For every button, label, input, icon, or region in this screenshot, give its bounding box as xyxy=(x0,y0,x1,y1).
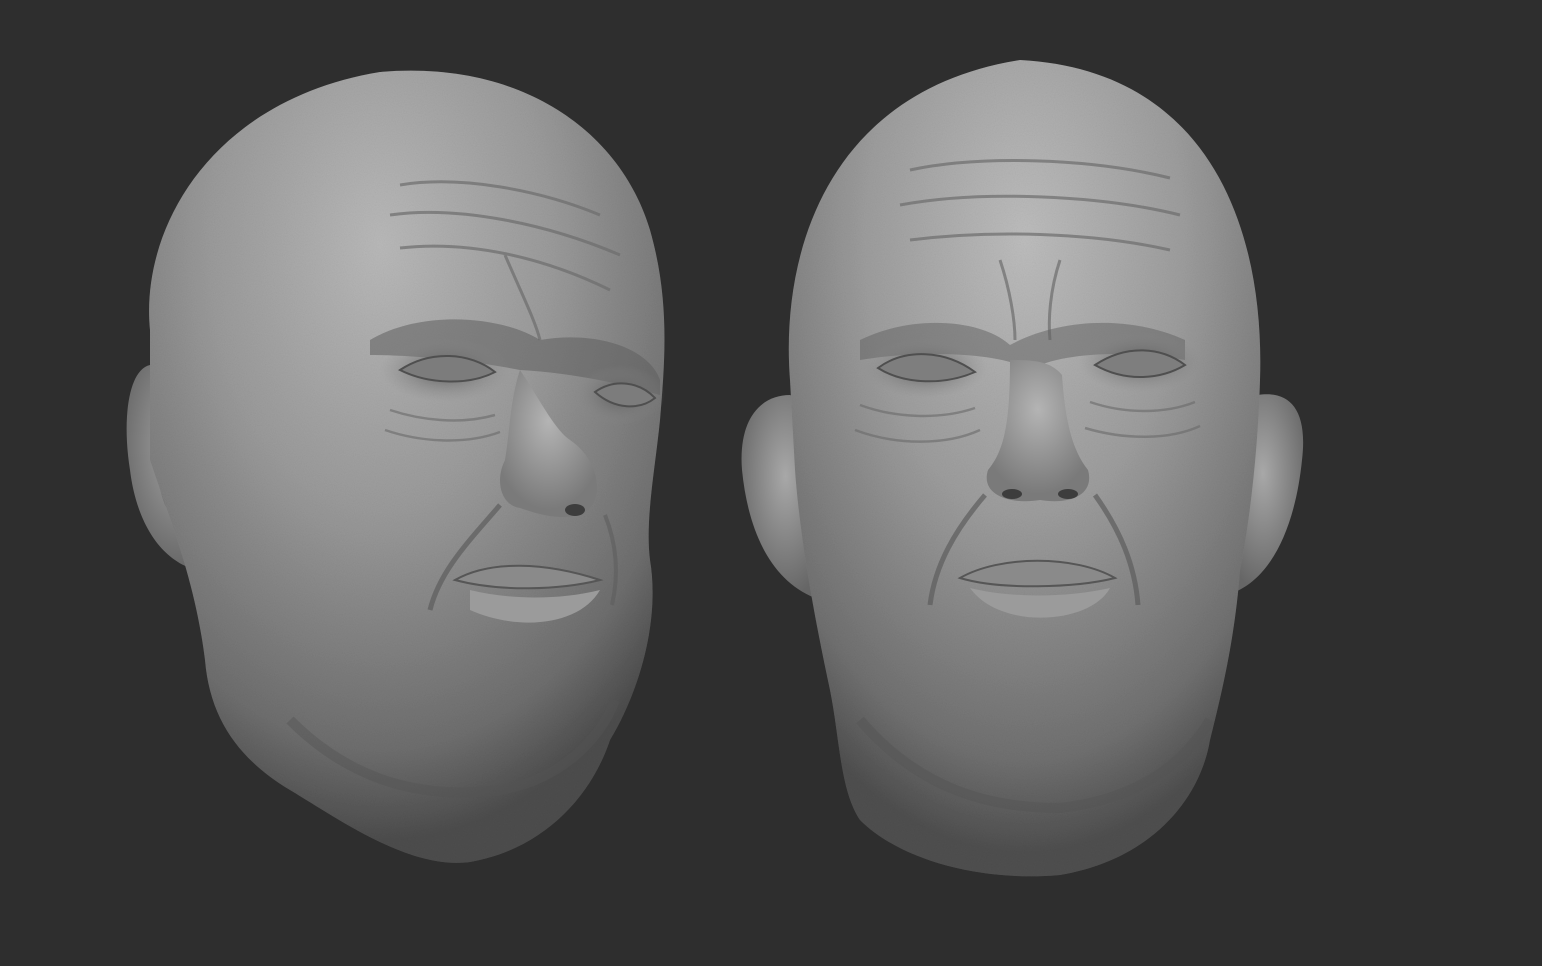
head-three-quarter-view[interactable] xyxy=(126,70,665,863)
sculpt-viewport[interactable] xyxy=(0,0,1542,966)
render-canvas xyxy=(126,60,1304,877)
head-front-view[interactable] xyxy=(741,60,1304,877)
nostril-left xyxy=(565,504,585,516)
nostril-right-b xyxy=(1058,489,1078,499)
nostril-left-b xyxy=(1002,489,1022,499)
